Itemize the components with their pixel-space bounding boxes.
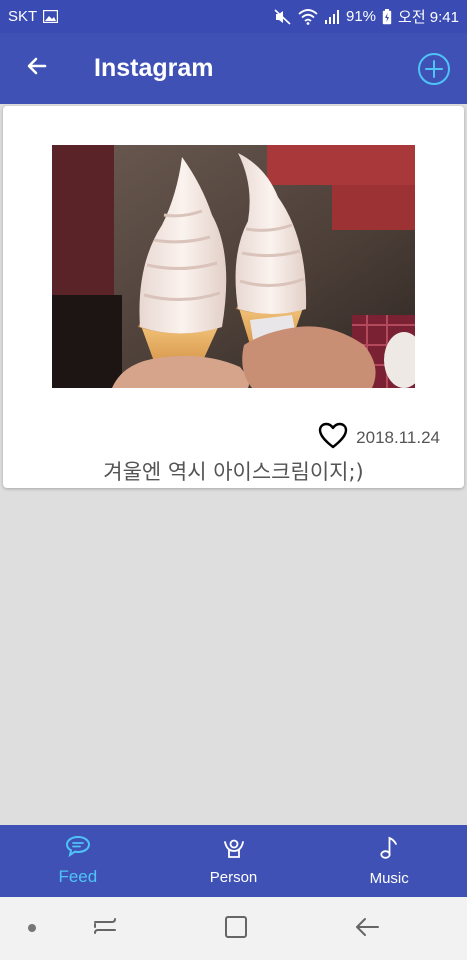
post-caption: 겨울엔 역시 아이스크림이지;) bbox=[103, 460, 364, 484]
arrow-left-icon bbox=[25, 54, 49, 83]
tab-feed[interactable]: Feed bbox=[0, 825, 156, 897]
post-meta: 2018.11.24 bbox=[318, 422, 440, 454]
tab-person-label: Person bbox=[209, 868, 258, 886]
music-note-icon bbox=[378, 836, 400, 865]
system-back-button[interactable] bbox=[350, 912, 384, 946]
tab-music[interactable]: Music bbox=[311, 825, 467, 897]
status-time: 오전 9:41 bbox=[398, 9, 459, 26]
back-button[interactable] bbox=[0, 33, 74, 104]
add-post-button[interactable] bbox=[417, 52, 451, 86]
post-card[interactable]: 2018.11.24 겨울엔 역시 아이스크림이지;) bbox=[3, 106, 464, 488]
tab-feed-label: Feed bbox=[58, 867, 98, 886]
heart-outline-icon bbox=[318, 422, 348, 454]
recent-apps-button[interactable] bbox=[88, 913, 122, 943]
person-icon bbox=[223, 837, 245, 864]
home-button[interactable] bbox=[219, 912, 253, 946]
bottom-nav: Feed Person Music bbox=[0, 825, 467, 897]
battery-percent: 91% bbox=[346, 8, 377, 25]
gallery-icon bbox=[43, 10, 59, 23]
back-icon bbox=[354, 915, 380, 944]
dot-icon bbox=[27, 920, 37, 938]
mute-icon bbox=[274, 8, 292, 25]
ice-cream-cones-photo bbox=[52, 145, 415, 388]
feed-list[interactable]: 2018.11.24 겨울엔 역시 아이스크림이지;) bbox=[0, 104, 467, 825]
system-nav-bar bbox=[0, 897, 467, 960]
signal-icon bbox=[324, 9, 340, 24]
like-button[interactable] bbox=[318, 422, 348, 454]
recent-apps-icon bbox=[92, 914, 118, 943]
app-bar: Instagram bbox=[0, 33, 467, 104]
wifi-icon bbox=[298, 8, 318, 25]
add-circle-icon bbox=[417, 53, 451, 90]
tab-person[interactable]: Person bbox=[156, 825, 312, 897]
battery-icon bbox=[382, 8, 392, 25]
post-date: 2018.11.24 bbox=[356, 428, 440, 447]
dot-button[interactable] bbox=[22, 919, 42, 939]
status-bar: SKT 91% 오전 9:41 bbox=[0, 0, 467, 33]
carrier-label: SKT bbox=[8, 8, 38, 25]
tab-music-label: Music bbox=[369, 869, 409, 887]
home-icon bbox=[224, 915, 248, 944]
chat-bubble-icon bbox=[65, 835, 91, 862]
page-title: Instagram bbox=[94, 54, 214, 82]
